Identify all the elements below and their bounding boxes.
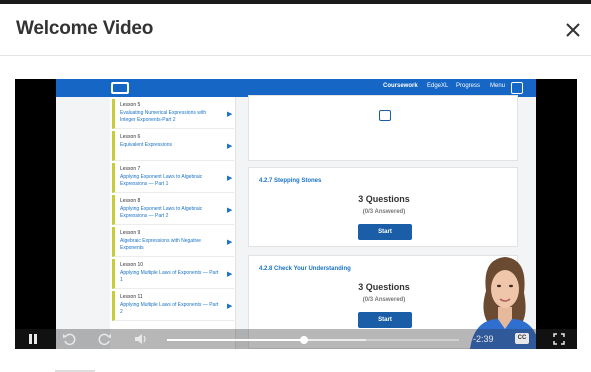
lesson-title: Applying Multiple Laws of Exponents — Pa… <box>120 302 219 315</box>
nav-edgexl: EdgeXL <box>427 83 449 89</box>
nav-menu: Menu <box>490 83 506 89</box>
lesson-number: Lesson 8 <box>120 198 141 204</box>
menu-grid-icon <box>511 82 523 94</box>
nav-progress: Progress <box>456 83 481 89</box>
chevron-right-icon: ▶ <box>227 271 233 278</box>
lesson-number: Lesson 11 <box>120 294 143 300</box>
video-frame: Coursework EdgeXL Progress Menu Lesson 5… <box>56 79 536 349</box>
volume-button[interactable] <box>134 331 148 347</box>
lesson-title: Evaluating Numerical Expressions with In… <box>120 110 207 123</box>
player-controls: -2:39 CC <box>15 329 577 349</box>
close-button[interactable] <box>563 20 583 40</box>
chevron-right-icon: ▶ <box>227 111 233 118</box>
start-button: Start <box>358 224 412 240</box>
progress-scrubber[interactable] <box>167 336 459 344</box>
lesson-title: Applying Multiple Laws of Exponents — Pa… <box>120 270 219 283</box>
lesson-list: Lesson 5 Evaluating Numerical Expression… <box>110 97 236 349</box>
lesson-item: Lesson 9 Algebraic Expressions with Nega… <box>112 227 234 257</box>
lesson-title: Equivalent Expressions <box>120 142 172 148</box>
progress-buffered <box>304 339 366 341</box>
volume-icon <box>135 334 146 344</box>
lesson-number: Lesson 10 <box>120 262 144 268</box>
lesson-item: Lesson 5 Evaluating Numerical Expression… <box>112 99 234 129</box>
time-remaining: -2:39 <box>473 334 494 344</box>
modal-header: Welcome Video <box>0 4 591 56</box>
forward-icon <box>98 333 111 346</box>
fullscreen-button[interactable] <box>552 331 566 347</box>
lesson-number: Lesson 9 <box>120 230 141 236</box>
chevron-right-icon: ▶ <box>227 303 233 310</box>
modal-title: Welcome Video <box>16 18 154 39</box>
card-title: 4.2.7 Stepping Stones <box>259 178 322 184</box>
lesson-item: Lesson 10 Applying Multiple Laws of Expo… <box>112 259 234 289</box>
chevron-right-icon: ▶ <box>227 239 233 246</box>
pause-button[interactable] <box>26 331 40 347</box>
lesson-number: Lesson 6 <box>120 134 141 140</box>
lesson-number: Lesson 7 <box>120 166 141 172</box>
lesson-item: Lesson 7 Applying Exponent Laws to Algeb… <box>112 163 234 193</box>
activity-card: 4.2.7 Stepping Stones 3 Questions (0/3 A… <box>248 167 518 247</box>
nav-coursework: Coursework <box>383 83 418 89</box>
captions-button[interactable]: CC <box>515 333 529 344</box>
lesson-title: Applying Exponent Laws to Algebraic Expr… <box>120 206 203 219</box>
forward-button[interactable] <box>98 331 112 347</box>
edit-icon <box>379 110 391 121</box>
close-icon <box>566 23 580 37</box>
progress-handle[interactable] <box>300 336 309 344</box>
lesson-title: Applying Exponent Laws to Algebraic Expr… <box>120 174 203 187</box>
activity-card-previous <box>248 95 518 161</box>
start-button: Start <box>358 312 412 328</box>
card-title: 4.2.8 Check Your Understanding <box>259 266 351 272</box>
chevron-right-icon: ▶ <box>227 143 233 150</box>
course-logo <box>111 82 129 94</box>
card-answered: (0/3 Answered) <box>362 209 406 215</box>
video-player[interactable]: Coursework EdgeXL Progress Menu Lesson 5… <box>15 79 577 349</box>
lesson-item: Lesson 11 Applying Multiple Laws of Expo… <box>112 291 234 321</box>
lesson-item: Lesson 8 Applying Exponent Laws to Algeb… <box>112 195 234 225</box>
lesson-item: Lesson 6 Equivalent Expressions ▶ <box>112 131 234 161</box>
chevron-right-icon: ▶ <box>227 175 233 182</box>
card-question-count: 3 Questions <box>358 194 410 204</box>
lesson-title: Algebraic Expressions with Negative Expo… <box>120 238 201 251</box>
welcome-video-modal: Welcome Video Coursework EdgeXL Progress… <box>0 4 591 372</box>
lesson-number: Lesson 5 <box>120 102 141 108</box>
pause-icon <box>29 334 37 344</box>
rewind-button[interactable] <box>62 331 76 347</box>
fullscreen-icon <box>553 333 565 345</box>
chevron-right-icon: ▶ <box>227 207 233 214</box>
rewind-icon <box>63 333 76 346</box>
progress-fill <box>167 339 305 341</box>
